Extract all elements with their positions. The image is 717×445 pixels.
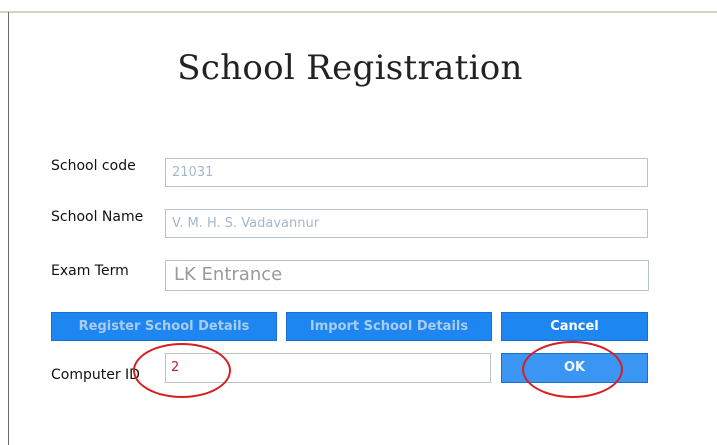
exam-term-field[interactable]: LK Entrance xyxy=(165,260,649,291)
school-name-field[interactable]: V. M. H. S. Vadavannur xyxy=(165,209,648,238)
computer-id-label: Computer ID xyxy=(51,367,140,383)
import-school-details-button[interactable]: Import School Details xyxy=(286,312,492,341)
annotation-circle-ok xyxy=(522,341,623,398)
school-code-label: School code xyxy=(51,158,136,174)
school-code-field[interactable]: 21031 xyxy=(165,158,648,187)
cancel-button[interactable]: Cancel xyxy=(501,312,648,341)
exam-term-label: Exam Term xyxy=(51,263,129,279)
window-top-border xyxy=(0,11,717,13)
annotation-circle-computer-id xyxy=(133,343,231,398)
register-school-details-button[interactable]: Register School Details xyxy=(51,312,277,341)
school-name-label: School Name xyxy=(51,209,144,225)
dialog-title: School Registration xyxy=(177,48,523,88)
